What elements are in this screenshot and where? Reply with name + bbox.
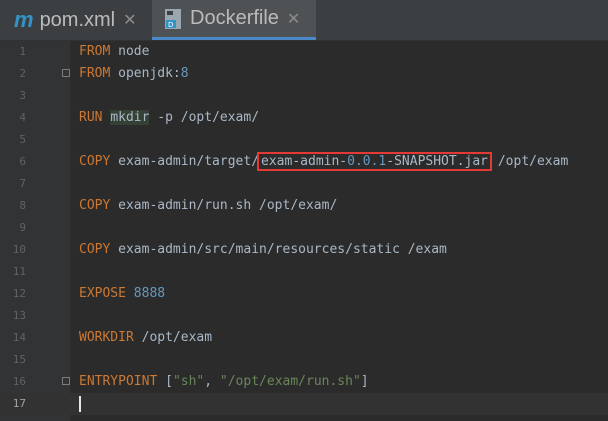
code-line: 5 <box>19 133 26 146</box>
code-line: 13 <box>12 309 26 322</box>
code-line: 10 COPY exam-admin/src/main/resources/st… <box>12 242 447 257</box>
highlight-box: exam-admin-0.0.1-SNAPSHOT.jar <box>257 152 493 171</box>
fold-marker-icon[interactable] <box>62 377 70 385</box>
text-caret <box>79 395 81 412</box>
code-line: 4 RUN mkdir -p /opt/exam/ <box>19 110 260 125</box>
code-line: 2 FROM openjdk:8 <box>19 66 189 81</box>
code-line: 16 ENTRYPOINT ["sh", "/opt/exam/run.sh"] <box>12 374 369 389</box>
tab-dockerfile[interactable]: D Dockerfile ✕ <box>152 0 316 40</box>
code-line-current: 17 <box>0 393 608 415</box>
tab-label: pom.xml <box>39 8 116 31</box>
code-line: 14 WORKDIR /opt/exam <box>12 330 213 345</box>
tab-pom-xml[interactable]: m pom.xml ✕ <box>0 0 150 40</box>
editor-tab-bar: m pom.xml ✕ D Dockerfile ✕ <box>0 0 608 41</box>
svg-text:D: D <box>168 21 173 29</box>
tab-label: Dockerfile <box>190 7 279 29</box>
code-line: 3 <box>19 89 26 102</box>
maven-icon: m <box>14 7 34 32</box>
fold-marker-icon[interactable] <box>62 69 70 77</box>
code-line: 8 COPY exam-admin/run.sh /opt/exam/ <box>19 198 338 213</box>
docker-file-icon: D <box>164 8 182 30</box>
code-line: 1 FROM node <box>19 44 150 59</box>
code-line: 12 EXPOSE 8888 <box>12 286 166 301</box>
code-line: 11 <box>12 265 26 278</box>
code-line: 6 COPY exam-admin/target/exam-admin-0.0.… <box>19 152 569 171</box>
code-line: 7 <box>19 177 26 190</box>
code-line: 15 <box>12 353 26 366</box>
close-icon[interactable]: ✕ <box>287 9 300 29</box>
close-icon[interactable]: ✕ <box>123 10 136 30</box>
code-line: 9 <box>19 221 26 234</box>
